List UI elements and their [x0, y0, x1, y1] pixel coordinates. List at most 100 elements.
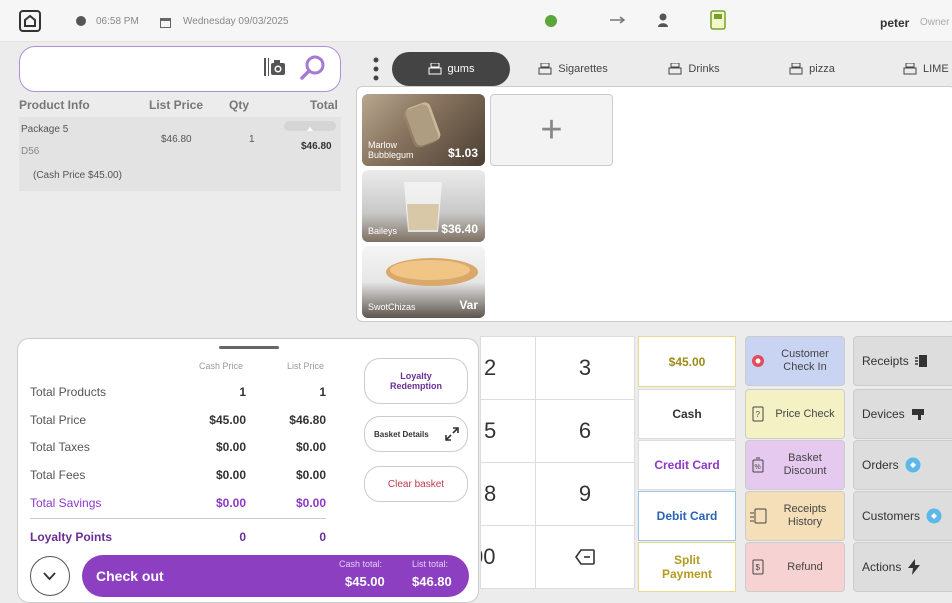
expand-icon: [444, 427, 459, 441]
button-label: Price Check: [775, 407, 835, 420]
item-total: $46.80: [301, 141, 332, 152]
numpad-key-5[interactable]: 5: [480, 399, 536, 463]
product-search-input[interactable]: [19, 46, 341, 92]
category-icon: [789, 63, 803, 75]
refund-button[interactable]: $ Refund: [745, 542, 845, 592]
nav-receipts[interactable]: Receipts: [853, 336, 952, 386]
customers-icon: [926, 508, 942, 524]
payment-amount[interactable]: $45.00: [638, 336, 736, 387]
qty-increase-button[interactable]: [284, 121, 336, 131]
payment-amount-label: $45.00: [668, 354, 706, 369]
item-cash-price: (Cash Price $45.00): [33, 170, 122, 181]
nav-orders[interactable]: Orders: [853, 440, 952, 490]
button-label: Refund: [787, 560, 823, 573]
numpad-key-3[interactable]: 3: [535, 336, 635, 400]
svg-text:%: %: [755, 464, 761, 471]
price-check-icon: ?: [752, 406, 764, 422]
button-label: Basket Details: [374, 429, 429, 439]
clear-basket-button[interactable]: Clear basket: [364, 466, 468, 502]
key-label: 6: [578, 418, 592, 443]
basket-details-button[interactable]: Basket Details: [364, 416, 468, 452]
current-date: Wednesday 09/03/2025: [183, 16, 289, 27]
orders-icon: [905, 457, 921, 473]
product-tile[interactable]: Marlow Bubblegum $1.03: [362, 94, 485, 166]
drag-handle[interactable]: [219, 346, 279, 349]
user-icon[interactable]: [657, 13, 669, 27]
button-label: Basket Discount: [783, 452, 827, 477]
check-in-icon: [752, 355, 764, 367]
nav-label: Customers: [862, 509, 921, 523]
category-icon: [428, 63, 442, 75]
credit-card-button[interactable]: Credit Card: [638, 440, 736, 490]
loyalty-redemption-button[interactable]: Loyalty Redemption: [364, 358, 468, 404]
top-bar: [0, 0, 952, 42]
button-label: Debit Card: [656, 509, 718, 523]
product-name: SwotChizas: [368, 302, 416, 312]
tab-lime[interactable]: LIME: [895, 52, 952, 86]
tab-gums[interactable]: gums: [392, 52, 510, 86]
nav-customers[interactable]: Customers: [853, 491, 952, 541]
home-button[interactable]: [19, 10, 41, 32]
calendar-icon: [160, 15, 171, 28]
key-label: 3: [578, 355, 592, 380]
item-name: Package 5: [21, 124, 69, 135]
item-code: D56: [21, 146, 40, 157]
collapse-button[interactable]: [30, 556, 70, 596]
price-check-button[interactable]: ? Price Check: [745, 389, 845, 439]
product-tile[interactable]: SwotChizas Var: [362, 246, 485, 318]
checkout-button[interactable]: Check out Cash total: $45.00 List total:…: [82, 555, 469, 597]
summary-label: Total Fees: [30, 468, 86, 482]
cash-price-header: Cash Price: [199, 361, 244, 371]
cash-total-value: $45.00: [345, 574, 385, 589]
summary-list-value: $0.00: [295, 468, 326, 482]
key-label: 8: [484, 481, 497, 506]
current-time: 06:58 PM: [96, 16, 139, 27]
connection-status-icon[interactable]: [544, 14, 558, 28]
numpad-key-2[interactable]: 2: [480, 336, 536, 400]
chevron-down-icon: [43, 572, 56, 581]
item-qty[interactable]: 1: [249, 134, 255, 145]
checkout-label: Check out: [96, 568, 164, 584]
customer-check-in-button[interactable]: Customer Check In: [745, 336, 845, 386]
tab-sigarettes[interactable]: Sigarettes: [515, 52, 631, 86]
receipts-history-button[interactable]: Receipts History: [745, 491, 845, 541]
list-total-value: $46.80: [412, 574, 452, 589]
search-icon[interactable]: [298, 54, 328, 82]
user-name[interactable]: peter: [880, 16, 909, 30]
usb-icon[interactable]: [610, 15, 626, 25]
more-options-icon[interactable]: [372, 56, 380, 82]
numpad-key-00[interactable]: 00: [480, 525, 536, 589]
summary-cash-value: $45.00: [209, 413, 246, 427]
split-payment-button[interactable]: Split Payment: [638, 542, 736, 592]
cash-total-label: Cash total:: [339, 559, 383, 569]
nav-label: Devices: [862, 407, 905, 421]
discount-icon: %: [752, 457, 764, 473]
debit-card-button[interactable]: Debit Card: [638, 491, 736, 541]
numpad-key-8[interactable]: 8: [480, 462, 536, 526]
home-icon: [19, 10, 41, 32]
summary-cash-value: $0.00: [215, 440, 246, 454]
nav-actions[interactable]: Actions: [853, 542, 952, 592]
column-total: Total: [310, 98, 338, 112]
tab-drinks[interactable]: Drinks: [636, 52, 752, 86]
receipt-icon: [914, 355, 927, 367]
nav-devices[interactable]: Devices: [853, 389, 952, 439]
cash-payment-button[interactable]: Cash: [638, 389, 736, 439]
tab-pizza[interactable]: pizza: [757, 52, 867, 86]
divider: [30, 518, 326, 519]
user-role: Owner: [920, 17, 950, 28]
add-product-button[interactable]: +: [490, 94, 613, 166]
register-icon[interactable]: [710, 10, 726, 30]
loyalty-label: Loyalty Points: [30, 530, 113, 544]
nav-label: Orders: [862, 458, 899, 472]
basket-discount-button[interactable]: % Basket Discount: [745, 440, 845, 490]
barcode-scan-icon[interactable]: [262, 55, 290, 81]
tab-label: gums: [447, 63, 475, 75]
numpad-backspace[interactable]: [535, 525, 635, 589]
product-tile[interactable]: Baileys $36.40: [362, 170, 485, 242]
column-qty: Qty: [229, 98, 250, 112]
numpad-key-6[interactable]: 6: [535, 399, 635, 463]
button-label: Credit Card: [654, 458, 720, 472]
button-label: Split Payment: [661, 553, 713, 581]
numpad-key-9[interactable]: 9: [535, 462, 635, 526]
